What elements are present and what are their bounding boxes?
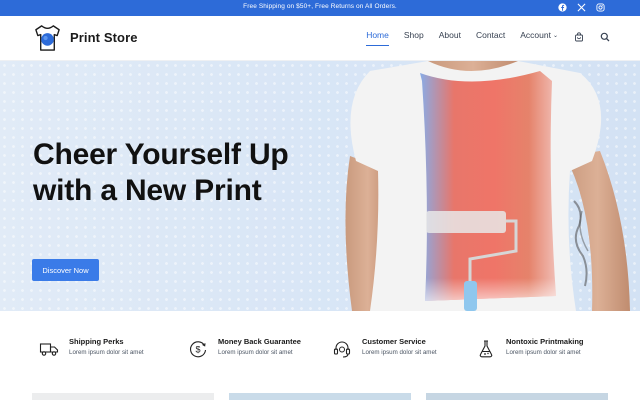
product-card[interactable] xyxy=(229,393,411,400)
money-back-icon: $ xyxy=(187,338,209,360)
product-card[interactable] xyxy=(32,393,214,400)
feature-desc: Lorem ipsum dolor sit amet xyxy=(69,349,144,356)
features-strip: Shipping Perks Lorem ipsum dolor sit ame… xyxy=(0,311,640,391)
nav-shop[interactable]: Shop xyxy=(404,30,424,43)
tshirt-logo-icon xyxy=(35,25,60,51)
feature-title: Money Back Guarantee xyxy=(218,337,301,346)
nav-about[interactable]: About xyxy=(439,30,461,43)
feature-title: Shipping Perks xyxy=(69,337,124,346)
brand-name: Print Store xyxy=(70,30,138,45)
nav-account-label: Account xyxy=(520,30,551,40)
nav-contact[interactable]: Contact xyxy=(476,30,505,43)
hero-section: Cheer Yourself Up with a New Print Disco… xyxy=(0,61,640,311)
chevron-down-icon: ⌄ xyxy=(552,33,558,39)
announcement-bar: Free Shipping on $50+, Free Returns on A… xyxy=(0,0,640,16)
nav-account[interactable]: Account ⌄ xyxy=(520,30,558,43)
svg-text:$: $ xyxy=(195,345,200,355)
social-links xyxy=(557,2,606,13)
feature-money-back: $ Money Back Guarantee Lorem ipsum dolor… xyxy=(187,336,301,360)
discover-now-button[interactable]: Discover Now xyxy=(32,259,99,281)
feature-title: Customer Service xyxy=(362,337,426,346)
feature-customer-service: Customer Service Lorem ipsum dolor sit a… xyxy=(331,336,437,360)
nav-home[interactable]: Home xyxy=(366,30,389,46)
flask-icon xyxy=(475,338,497,360)
search-icon[interactable] xyxy=(599,31,610,42)
feature-title: Nontoxic Printmaking xyxy=(506,337,584,346)
truck-icon xyxy=(38,338,60,360)
logo[interactable]: Print Store xyxy=(32,22,138,53)
feature-nontoxic: Nontoxic Printmaking Lorem ipsum dolor s… xyxy=(475,336,584,360)
site-header: Print Store Home Shop About Contact Acco… xyxy=(0,16,640,61)
product-cards-row xyxy=(0,393,640,400)
hero-title: Cheer Yourself Up with a New Print xyxy=(33,138,289,207)
feature-desc: Lorem ipsum dolor sit amet xyxy=(362,349,437,356)
x-icon[interactable] xyxy=(576,2,587,13)
announcement-text: Free Shipping on $50+, Free Returns on A… xyxy=(243,3,397,10)
cart-icon[interactable] xyxy=(573,31,584,42)
instagram-icon[interactable] xyxy=(595,2,606,13)
headset-icon xyxy=(331,338,353,360)
product-card[interactable] xyxy=(426,393,608,400)
hero-model-image xyxy=(345,61,630,311)
feature-desc: Lorem ipsum dolor sit amet xyxy=(506,349,581,356)
facebook-icon[interactable] xyxy=(557,2,568,13)
main-nav: Home Shop About Contact Account ⌄ xyxy=(351,30,610,46)
feature-shipping: Shipping Perks Lorem ipsum dolor sit ame… xyxy=(38,336,144,360)
feature-desc: Lorem ipsum dolor sit amet xyxy=(218,349,293,356)
